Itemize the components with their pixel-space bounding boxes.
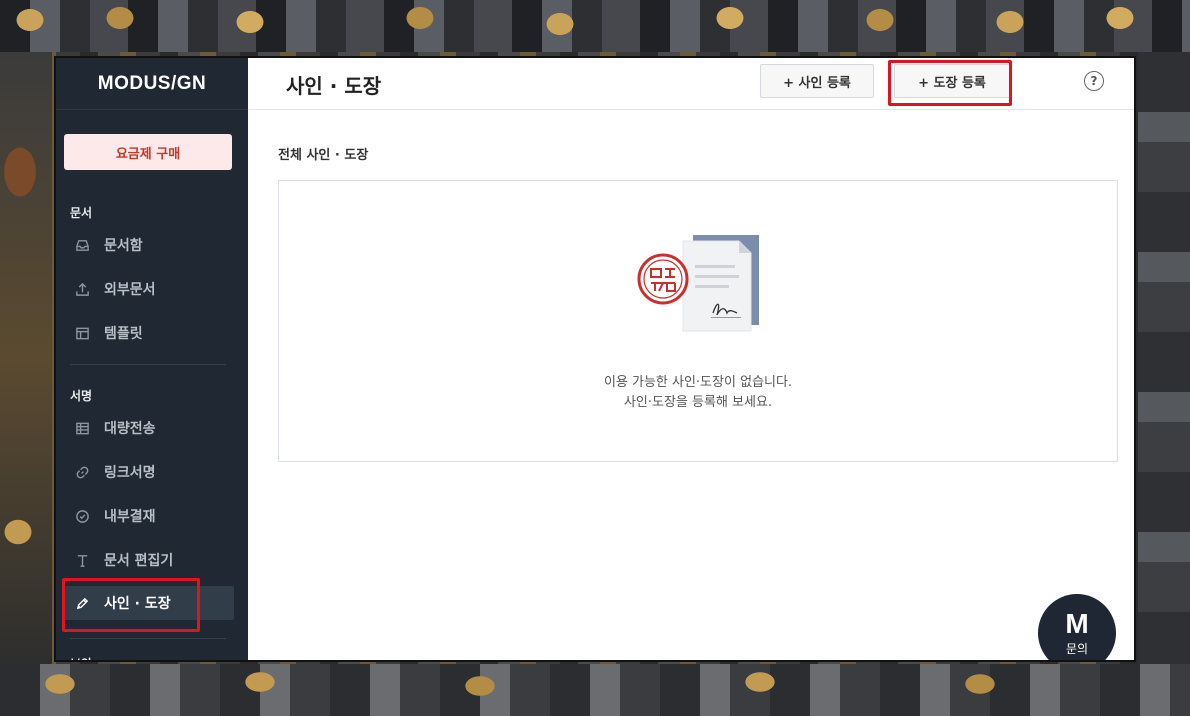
empty-state-message: 이용 가능한 사인·도장이 없습니다. 사인·도장을 등록해 보세요.: [279, 373, 1117, 413]
chat-label: 문의: [1065, 641, 1089, 656]
section-label-documents: 문서: [70, 206, 93, 220]
chat-logo-letter: M: [1065, 607, 1089, 639]
sidebar-divider: [70, 638, 226, 639]
link-icon: [74, 464, 90, 480]
highlight-box-stamp-button: [888, 60, 1012, 106]
sidebar-item-link-sign[interactable]: 링크서명: [56, 455, 248, 489]
empty-state-line: 이용 가능한 사인·도장이 없습니다.: [603, 375, 793, 390]
help-icon[interactable]: ?: [1084, 71, 1104, 91]
main-content: 사인 · 도장 + 사인 등록 + 도장 등록 ? 전체 사인 · 도장 이용 …: [248, 58, 1134, 660]
sidebar-item-templates[interactable]: 템플릿: [56, 316, 248, 350]
register-sign-button[interactable]: + 사인 등록: [760, 64, 874, 98]
sidebar-item-doc-editor[interactable]: 문서 편집기: [56, 543, 248, 577]
section-label-signing: 서명: [70, 389, 93, 403]
check-circle-icon: [74, 508, 90, 524]
sidebar-item-external-docs[interactable]: 외부문서: [56, 272, 248, 306]
sidebar-item-label: 내부결재: [104, 509, 156, 525]
background-photo-right: [1138, 52, 1190, 664]
sidebar-item-label: 링크서명: [104, 465, 156, 481]
section-title: 전체 사인 · 도장: [278, 148, 369, 163]
sidebar-item-internal-approval[interactable]: 내부결재: [56, 499, 248, 533]
template-icon: [74, 325, 90, 341]
sidebar-item-inbox[interactable]: 문서함: [56, 228, 248, 262]
sidebar-item-label: 외부문서: [104, 282, 156, 298]
inbox-icon: [74, 237, 90, 253]
app-window: MODUS/GN 요금제 구매 문서 문서함 외부문서 템플릿 서명 대량전송 …: [54, 56, 1136, 662]
background-photo-top: [0, 0, 1190, 52]
empty-state-panel: 이용 가능한 사인·도장이 없습니다. 사인·도장을 등록해 보세요.: [278, 180, 1118, 462]
sidebar-item-label: 문서함: [104, 238, 143, 254]
sidebar-item-label: 템플릿: [104, 326, 143, 342]
sidebar: MODUS/GN 요금제 구매 문서 문서함 외부문서 템플릿 서명 대량전송 …: [56, 58, 248, 660]
section-label-security: 보안: [70, 655, 92, 660]
empty-state-line: 사인·도장을 등록해 보세요.: [623, 395, 773, 410]
text-icon: [74, 552, 90, 568]
buy-plan-button[interactable]: 요금제 구매: [64, 134, 232, 170]
sidebar-item-label: 문서 편집기: [104, 553, 174, 569]
sidebar-divider: [70, 364, 226, 365]
top-bar: 사인 · 도장 + 사인 등록 + 도장 등록 ?: [248, 58, 1134, 110]
sidebar-item-bulk-send[interactable]: 대량전송: [56, 411, 248, 445]
highlight-box-sidebar: [62, 578, 200, 632]
background-photo-bottom: [0, 664, 1190, 716]
sign-stamp-illustration-icon: [637, 235, 759, 332]
logo[interactable]: MODUS/GN: [56, 58, 248, 110]
sidebar-item-label: 대량전송: [104, 421, 156, 437]
upload-icon: [74, 281, 90, 297]
inquiry-chat-button[interactable]: M 문의: [1038, 594, 1116, 660]
page-title: 사인 · 도장: [286, 74, 382, 98]
background-photo-left: [0, 52, 52, 664]
table-icon: [74, 420, 90, 436]
